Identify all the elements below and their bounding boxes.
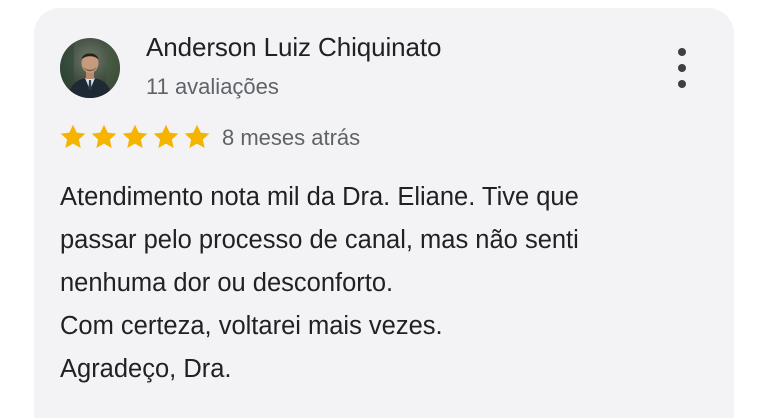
star-icon [184,124,210,148]
review-text: Atendimento nota mil da Dra. Eliane. Tiv… [60,176,720,391]
more-options-button[interactable] [668,48,696,88]
review-time: 8 meses atrás [222,125,361,150]
star-icon [60,124,86,148]
star-icon [122,124,148,148]
user-profile-photo [60,38,120,98]
author-name[interactable]: Anderson Luiz Chiquinato [146,32,441,63]
avatar[interactable] [60,38,120,98]
review-text-line: Atendimento nota mil da Dra. Eliane. Tiv… [60,183,579,211]
review-card: Anderson Luiz Chiquinato 11 avaliações 8… [34,8,734,418]
author-reviews-count: 11 avaliações [146,74,279,99]
review-text-line: nenhuma dor ou desconforto. [60,269,394,297]
star-icon [91,124,117,148]
review-text-line: Com certeza, voltarei mais vezes. [60,312,443,340]
star-icon [153,124,179,148]
review-text-line: passar pelo processo de canal, mas não s… [60,226,579,254]
star-rating [58,122,212,152]
review-text-line: Agradeço, Dra. [60,355,232,383]
